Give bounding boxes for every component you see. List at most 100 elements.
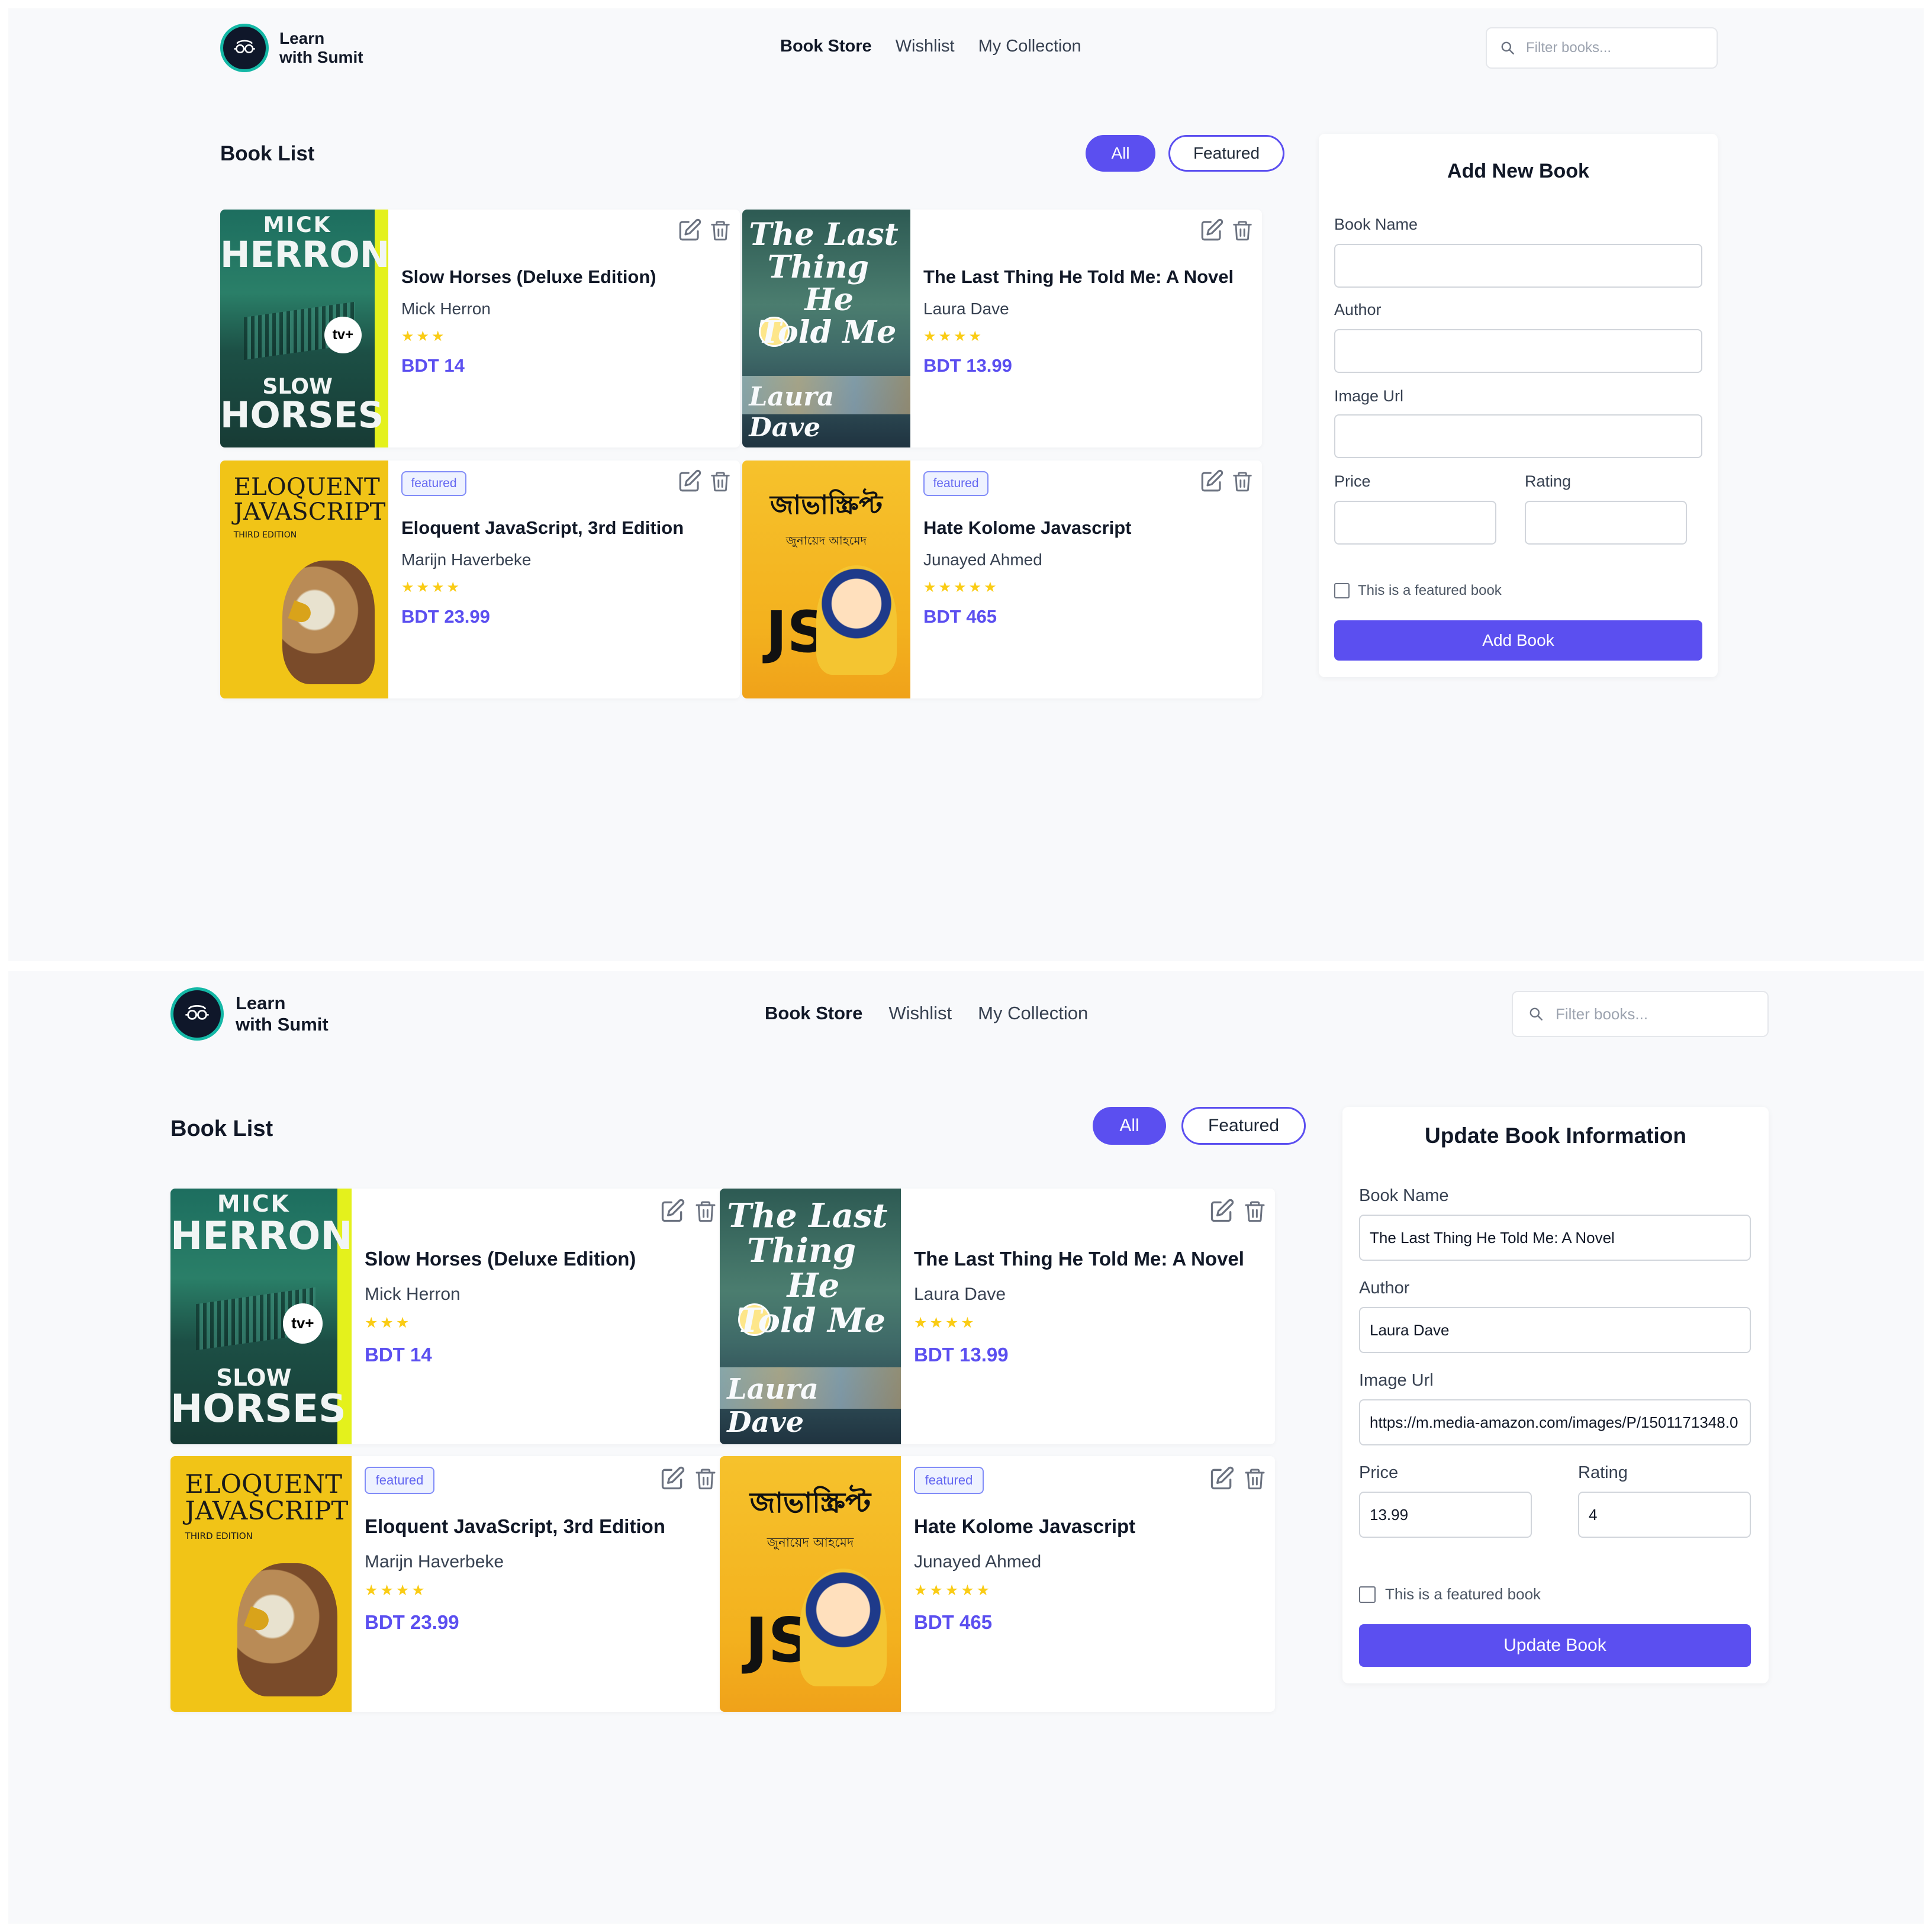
- cover-text: The Last Thing He Told Me: [749, 217, 899, 350]
- name-input[interactable]: [1359, 1215, 1751, 1261]
- form-title: Update Book Information: [1425, 1123, 1686, 1148]
- book-title: Eloquent JavaScript, 3rd Edition: [365, 1515, 665, 1537]
- book-cover: MICK HERRON tv+ SLOW HORSES: [170, 1189, 352, 1444]
- nav-my-collection[interactable]: My Collection: [978, 37, 1081, 56]
- edit-icon[interactable]: [1199, 469, 1224, 494]
- brand-logo[interactable]: Learn with Sumit: [220, 24, 363, 72]
- brand-logo[interactable]: Learn with Sumit: [170, 987, 329, 1041]
- book-title: The Last Thing He Told Me: A Novel: [923, 266, 1234, 287]
- add-book-screen: Learn with Sumit Book Store Wishlist My Coll…: [8, 8, 1924, 961]
- star-rating: ★★★★★: [914, 1582, 993, 1599]
- nav-wishlist[interactable]: Wishlist: [888, 1003, 952, 1024]
- featured-badge: featured: [923, 471, 988, 496]
- rating-input[interactable]: [1525, 501, 1687, 545]
- edit-icon[interactable]: [677, 218, 702, 243]
- featured-checkbox-label: This is a featured book: [1385, 1585, 1541, 1603]
- featured-checkbox[interactable]: [1334, 583, 1350, 598]
- filter-featured-button[interactable]: Featured: [1181, 1107, 1306, 1145]
- featured-badge: featured: [365, 1467, 434, 1494]
- book-info: featured Hate Kolome Javascript Junayed Ah…: [910, 461, 1262, 698]
- book-title: The Last Thing He Told Me: A Novel: [914, 1248, 1244, 1270]
- image-input[interactable]: [1359, 1399, 1751, 1445]
- star-rating: ★★★★★: [923, 579, 999, 595]
- book-cover: ELOQUENT JAVASCRIPT THIRD EDITION: [170, 1456, 352, 1712]
- edit-icon[interactable]: [659, 1466, 685, 1492]
- cover-text: MICK HERRON: [170, 1191, 352, 1259]
- book-cover: ELOQUENT JAVASCRIPT THIRD EDITION: [220, 461, 388, 698]
- edit-icon[interactable]: [1209, 1466, 1235, 1492]
- brand-line-2: with Sumit: [279, 48, 363, 66]
- book-author: Mick Herron: [365, 1284, 461, 1304]
- search-box[interactable]: [1486, 27, 1718, 69]
- book-author: Junayed Ahmed: [923, 550, 1042, 569]
- book-info: Slow Horses (Deluxe Edition) Mick Herron ★…: [388, 210, 740, 447]
- trash-icon[interactable]: [1243, 1198, 1267, 1224]
- book-card: MICK HERRON tv+ SLOW HORSES Slow Horses (Delu…: [220, 210, 740, 447]
- nav-my-collection[interactable]: My Collection: [978, 1003, 1088, 1024]
- cover-text: The Last Thing He Told Me: [727, 1196, 888, 1341]
- nav-book-store[interactable]: Book Store: [765, 1003, 862, 1024]
- book-cover: The Last Thing He Told Me Laura Dave: [742, 210, 910, 447]
- form-title: Add New Book: [1447, 160, 1589, 182]
- book-info: Slow Horses (Deluxe Edition) Mick Herron ★…: [352, 1189, 726, 1444]
- brand-name: Learn with Sumit: [236, 993, 329, 1035]
- book-price: BDT 13.99: [923, 355, 1012, 376]
- author-input[interactable]: [1334, 329, 1702, 373]
- featured-checkbox-row[interactable]: This is a featured book: [1334, 582, 1502, 599]
- featured-checkbox[interactable]: [1359, 1586, 1376, 1603]
- book-price: BDT 14: [401, 355, 465, 376]
- main-nav: Book Store Wishlist My Collection: [780, 37, 1105, 56]
- trash-icon[interactable]: [1243, 1466, 1267, 1492]
- trash-icon[interactable]: [1231, 469, 1254, 494]
- search-input[interactable]: [1554, 1004, 1749, 1024]
- logo-icon: [170, 987, 224, 1041]
- name-label: Book Name: [1359, 1186, 1449, 1205]
- add-book-button[interactable]: Add Book: [1334, 620, 1702, 661]
- featured-checkbox-row[interactable]: This is a featured book: [1359, 1585, 1541, 1603]
- edit-icon[interactable]: [659, 1198, 685, 1224]
- book-info: The Last Thing He Told Me: A Novel Laura …: [901, 1189, 1275, 1444]
- cover-text: জাভাস্ক্রিপ্ট: [769, 490, 883, 521]
- author-input[interactable]: [1359, 1307, 1751, 1353]
- book-cover: The Last Thing He Told Me Laura Dave: [720, 1189, 901, 1444]
- book-cover-last-thing: The Last Thing He Told Me Laura Dave: [742, 210, 910, 447]
- price-input[interactable]: [1359, 1492, 1532, 1538]
- update-book-button[interactable]: Update Book: [1359, 1624, 1751, 1667]
- trash-icon[interactable]: [694, 1198, 717, 1224]
- trash-icon[interactable]: [694, 1466, 717, 1492]
- book-title: Slow Horses (Deluxe Edition): [401, 266, 656, 287]
- book-cover: জাভাস্ক্রিপ্ট জুনায়েদ আহমেদ JS: [720, 1456, 901, 1712]
- rating-input[interactable]: [1578, 1492, 1751, 1538]
- search-input[interactable]: [1525, 39, 1701, 57]
- book-price: BDT 465: [914, 1611, 993, 1633]
- edit-icon[interactable]: [677, 469, 702, 494]
- book-price: BDT 14: [365, 1344, 432, 1366]
- edit-icon[interactable]: [1209, 1198, 1235, 1224]
- book-card: The Last Thing He Told Me Laura Dave The Last…: [720, 1189, 1275, 1444]
- filter-all-button[interactable]: All: [1086, 135, 1155, 172]
- book-author: Laura Dave: [914, 1284, 1006, 1304]
- book-info: The Last Thing He Told Me: A Novel Laura …: [910, 210, 1262, 447]
- edit-icon[interactable]: [1199, 218, 1224, 243]
- cover-text: ELOQUENT JAVASCRIPT THIRD EDITION: [233, 474, 386, 540]
- image-label: Image Url: [1359, 1371, 1434, 1390]
- image-input[interactable]: [1334, 414, 1702, 458]
- price-input[interactable]: [1334, 501, 1496, 545]
- filter-all-button[interactable]: All: [1093, 1107, 1166, 1145]
- book-author: Marijn Haverbeke: [365, 1552, 504, 1572]
- nav-book-store[interactable]: Book Store: [780, 37, 872, 56]
- trash-icon[interactable]: [1231, 218, 1254, 243]
- star-rating: ★★★★: [365, 1582, 427, 1599]
- search-box[interactable]: [1512, 991, 1769, 1037]
- book-info: featured Hate Kolome Javascript Junayed Ah…: [901, 1456, 1275, 1712]
- trash-icon[interactable]: [709, 469, 732, 494]
- nav-wishlist[interactable]: Wishlist: [896, 37, 955, 56]
- filter-featured-button[interactable]: Featured: [1168, 135, 1284, 172]
- book-info: featured Eloquent JavaScript, 3rd Edition…: [352, 1456, 726, 1712]
- book-title: Eloquent JavaScript, 3rd Edition: [401, 517, 684, 538]
- star-rating: ★★★★: [923, 329, 984, 344]
- book-card: ELOQUENT JAVASCRIPT THIRD EDITION featured E…: [220, 461, 740, 698]
- name-input[interactable]: [1334, 244, 1702, 288]
- star-rating: ★★★: [401, 329, 447, 344]
- trash-icon[interactable]: [709, 218, 732, 243]
